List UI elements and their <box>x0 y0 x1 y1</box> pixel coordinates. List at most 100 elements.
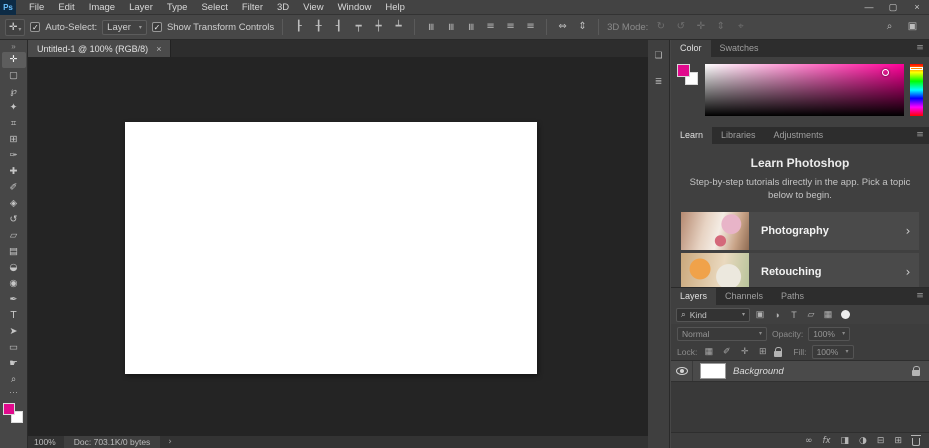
menu-type[interactable]: Type <box>160 0 195 15</box>
status-options-chevron[interactable]: › <box>168 437 172 447</box>
tab-learn[interactable]: Learn <box>671 127 713 144</box>
crop-tool[interactable]: ⌗ <box>2 116 26 132</box>
lock-artboards-icon[interactable]: ⊞ <box>756 346 769 357</box>
align-horizontal-centers-icon[interactable]: ╂ <box>311 15 326 39</box>
distribute-right-edges-icon[interactable]: ≡ <box>523 15 538 39</box>
new-layer-icon[interactable]: ⊞ <box>894 433 902 448</box>
learn-topic-photography[interactable]: Photography › <box>681 211 919 250</box>
eye-icon[interactable] <box>675 367 688 375</box>
tab-color[interactable]: Color <box>671 40 711 57</box>
3d-rotate-icon[interactable]: ↻ <box>653 15 668 39</box>
color-picker-handle[interactable] <box>882 69 889 76</box>
3d-roll-icon[interactable]: ↺ <box>673 15 688 39</box>
quick-selection-tool[interactable]: ✦ <box>2 100 26 116</box>
menu-filter[interactable]: Filter <box>235 0 270 15</box>
rectangle-tool[interactable]: ▭ <box>2 340 26 356</box>
link-layers-icon[interactable]: ∞ <box>805 433 813 448</box>
align-vertical-centers-icon[interactable]: ┿ <box>371 15 386 39</box>
blend-mode-dropdown[interactable]: Normal ▾ <box>677 326 767 341</box>
panel-menu-icon[interactable]: ≡ <box>911 127 929 144</box>
align-top-edges-icon[interactable]: ┯ <box>351 15 366 39</box>
close-button[interactable]: × <box>905 0 929 15</box>
toolbar-collapse-icon[interactable]: » <box>11 41 15 52</box>
tab-swatches[interactable]: Swatches <box>711 40 768 57</box>
3d-slide-icon[interactable]: ⇕ <box>713 15 728 39</box>
tab-libraries[interactable]: Libraries <box>712 127 765 144</box>
hand-tool[interactable]: ☛ <box>2 356 26 372</box>
3d-pan-icon[interactable]: ✛ <box>693 15 708 39</box>
auto-select-checkbox[interactable]: ✓ <box>30 22 41 32</box>
distribute-top-edges-icon[interactable]: ≡ <box>423 15 438 39</box>
path-selection-tool[interactable]: ➤ <box>2 324 26 340</box>
saturation-brightness-field[interactable] <box>705 64 904 116</box>
tab-channels[interactable]: Channels <box>716 288 772 305</box>
filter-type-layers-icon[interactable]: T <box>787 310 801 320</box>
new-group-icon[interactable]: ⊟ <box>877 433 885 448</box>
type-tool[interactable]: T <box>2 308 26 324</box>
eyedropper-tool[interactable]: ✑ <box>2 148 26 164</box>
distribute-vertical-spacing-icon[interactable]: ⇕ <box>575 15 590 39</box>
pen-tool[interactable]: ✒ <box>2 292 26 308</box>
filter-shape-layers-icon[interactable]: ▱ <box>804 309 818 320</box>
lock-transparency-icon[interactable]: ▦ <box>702 346 715 357</box>
foreground-color-swatch[interactable] <box>677 64 690 77</box>
foreground-color-swatch[interactable] <box>3 403 15 415</box>
new-adjustment-layer-icon[interactable]: ◑ <box>859 433 867 448</box>
menu-file[interactable]: File <box>22 0 51 15</box>
panel-menu-icon[interactable]: ≡ <box>911 288 929 305</box>
lock-image-icon[interactable]: ✐ <box>720 346 733 357</box>
zoom-tool[interactable]: ⌕ <box>2 372 26 388</box>
tab-paths[interactable]: Paths <box>772 288 813 305</box>
opacity-dropdown[interactable]: 100% ▾ <box>808 326 851 341</box>
minimize-button[interactable]: — <box>857 0 881 15</box>
foreground-background-swatches[interactable] <box>3 403 24 424</box>
blur-tool[interactable]: ◒ <box>2 260 26 276</box>
menu-layer[interactable]: Layer <box>122 0 160 15</box>
menu-view[interactable]: View <box>296 0 330 15</box>
eraser-tool[interactable]: ▱ <box>2 228 26 244</box>
document-tab[interactable]: Untitled-1 @ 100% (RGB/8) × <box>28 40 172 57</box>
tab-layers[interactable]: Layers <box>671 288 717 305</box>
search-icon[interactable]: ⌕ <box>882 15 897 39</box>
hue-slider-handle[interactable] <box>910 67 923 70</box>
align-right-edges-icon[interactable]: ┨ <box>331 15 346 39</box>
delete-layer-icon[interactable] <box>911 434 921 446</box>
collapsed-panel-icon-2[interactable]: ≣ <box>651 74 667 90</box>
filter-adjustment-layers-icon[interactable]: ◑ <box>770 310 784 320</box>
distribute-left-edges-icon[interactable]: ≡ <box>483 15 498 39</box>
layer-visibility-cell[interactable] <box>671 361 693 381</box>
layer-filter-toggle[interactable] <box>841 310 850 319</box>
learn-topic-retouching[interactable]: Retouching › <box>681 252 919 287</box>
panel-menu-icon[interactable]: ≡ <box>911 40 929 57</box>
layer-thumbnail[interactable] <box>700 363 726 379</box>
tab-adjustments[interactable]: Adjustments <box>765 127 833 144</box>
gradient-tool[interactable]: ▤ <box>2 244 26 260</box>
fill-dropdown[interactable]: 100% ▾ <box>811 344 854 359</box>
collapsed-panel-icon-1[interactable]: ❏ <box>651 48 667 64</box>
canvas-area[interactable] <box>28 57 648 436</box>
distribute-horizontal-spacing-icon[interactable]: ⇔ <box>555 15 570 39</box>
zoom-level[interactable]: 100% <box>34 437 56 447</box>
distribute-horizontal-centers-icon[interactable]: ≡ <box>503 15 518 39</box>
menu-edit[interactable]: Edit <box>51 0 81 15</box>
lock-all-icon[interactable] <box>774 346 783 357</box>
menu-window[interactable]: Window <box>331 0 379 15</box>
align-bottom-edges-icon[interactable]: ┷ <box>391 15 406 39</box>
distribute-bottom-edges-icon[interactable]: ≡ <box>463 15 478 39</box>
lock-position-icon[interactable]: ✛ <box>738 346 751 357</box>
close-tab-icon[interactable]: × <box>156 44 161 54</box>
healing-brush-tool[interactable]: ✚ <box>2 164 26 180</box>
align-left-edges-icon[interactable]: ┠ <box>291 15 306 39</box>
edit-toolbar-icon[interactable]: ⋯ <box>9 388 18 398</box>
3d-scale-icon[interactable]: ⌖ <box>733 15 748 39</box>
layer-row-background[interactable]: Background <box>671 361 929 382</box>
hue-slider[interactable] <box>910 64 923 116</box>
filter-pixel-layers-icon[interactable]: ▣ <box>753 309 767 320</box>
history-brush-tool[interactable]: ↺ <box>2 212 26 228</box>
filter-smart-objects-icon[interactable]: ▦ <box>821 309 835 320</box>
menu-help[interactable]: Help <box>378 0 412 15</box>
clone-stamp-tool[interactable]: ◈ <box>2 196 26 212</box>
dodge-tool[interactable]: ◉ <box>2 276 26 292</box>
frame-tool[interactable]: ⊞ <box>2 132 26 148</box>
lasso-tool[interactable]: ℘ <box>2 84 26 100</box>
